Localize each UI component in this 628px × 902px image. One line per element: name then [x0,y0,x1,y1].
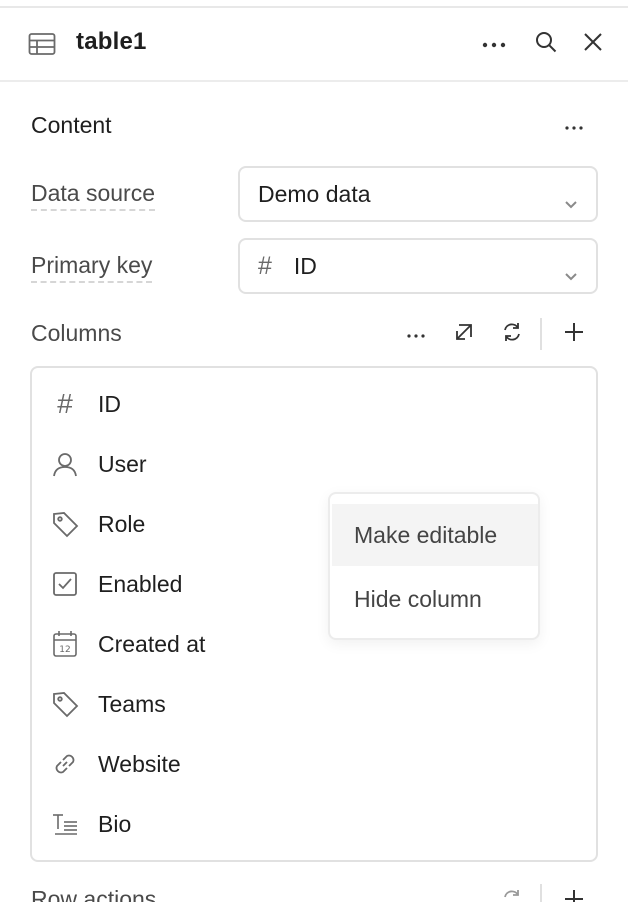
tag-icon [50,689,80,719]
data-source-select[interactable]: Demo data [238,166,598,222]
columns-more-button[interactable] [401,319,431,349]
add-row-action-button[interactable] [559,886,589,902]
row-actions-section-title: Row actions [31,886,157,902]
open-external-button[interactable] [449,319,479,349]
column-label: ID [98,390,121,417]
column-item-enabled[interactable]: Enabled [50,564,182,604]
data-source-label[interactable]: Data source [31,180,156,211]
link-icon [50,749,80,779]
column-label: Role [98,510,146,537]
tag-icon [50,509,80,539]
column-context-menu: Make editable Hide column [328,492,540,640]
search-button[interactable] [531,29,561,59]
column-item-website[interactable]: Website [50,744,181,784]
arrow-square-icon [453,321,475,348]
add-column-button[interactable] [559,319,589,349]
more-horizontal-icon [482,35,506,53]
column-item-user[interactable]: User [50,444,147,484]
toolbar-divider [540,884,542,902]
calendar-icon: 12 [50,629,80,659]
table-icon [28,32,56,56]
svg-text:12: 12 [59,645,70,655]
column-item-role[interactable]: Role [50,504,145,544]
panel-header: table1 [0,8,628,82]
plus-icon [564,889,584,902]
content-section-title: Content [31,112,112,138]
column-item-bio[interactable]: Bio [50,804,131,844]
hide-column-menu-item[interactable]: Hide column [332,568,538,630]
hash-icon: # [258,251,272,280]
refresh-icon [501,888,523,902]
inspector-panel: table1 Content Data source Demo data Pri… [0,0,628,902]
column-label: Bio [98,810,132,837]
checkbox-icon [50,569,80,599]
row-actions-refresh-button[interactable] [497,886,527,902]
hash-icon: # [57,388,73,419]
close-icon [584,32,602,56]
column-item-id[interactable]: # ID [50,384,121,424]
toolbar-divider [540,318,542,350]
close-button[interactable] [578,29,608,59]
refresh-columns-button[interactable] [497,319,527,349]
column-item-created-at[interactable]: 12 Created at [50,624,205,664]
column-label: Created at [98,630,206,657]
refresh-icon [501,321,523,348]
primary-key-value: ID [293,252,317,279]
component-title[interactable]: table1 [76,28,147,56]
chevron-down-icon [564,260,578,281]
content-more-button[interactable] [559,111,589,141]
column-item-teams[interactable]: Teams [50,684,166,724]
columns-section-title: Columns [31,320,122,346]
more-horizontal-icon [407,325,425,343]
user-icon [50,449,80,479]
plus-icon [564,322,584,347]
column-label: User [98,450,147,477]
chevron-down-icon [564,188,578,209]
column-label: Teams [98,690,166,717]
more-options-button[interactable] [479,29,509,59]
more-horizontal-icon [565,117,583,135]
search-icon [535,31,557,58]
data-source-value: Demo data [258,180,371,207]
primary-key-select[interactable]: # ID [238,238,598,294]
primary-key-label[interactable]: Primary key [31,252,153,283]
column-label: Website [98,750,181,777]
column-label: Enabled [98,570,183,597]
make-editable-menu-item[interactable]: Make editable [332,504,538,566]
text-icon [50,809,80,839]
